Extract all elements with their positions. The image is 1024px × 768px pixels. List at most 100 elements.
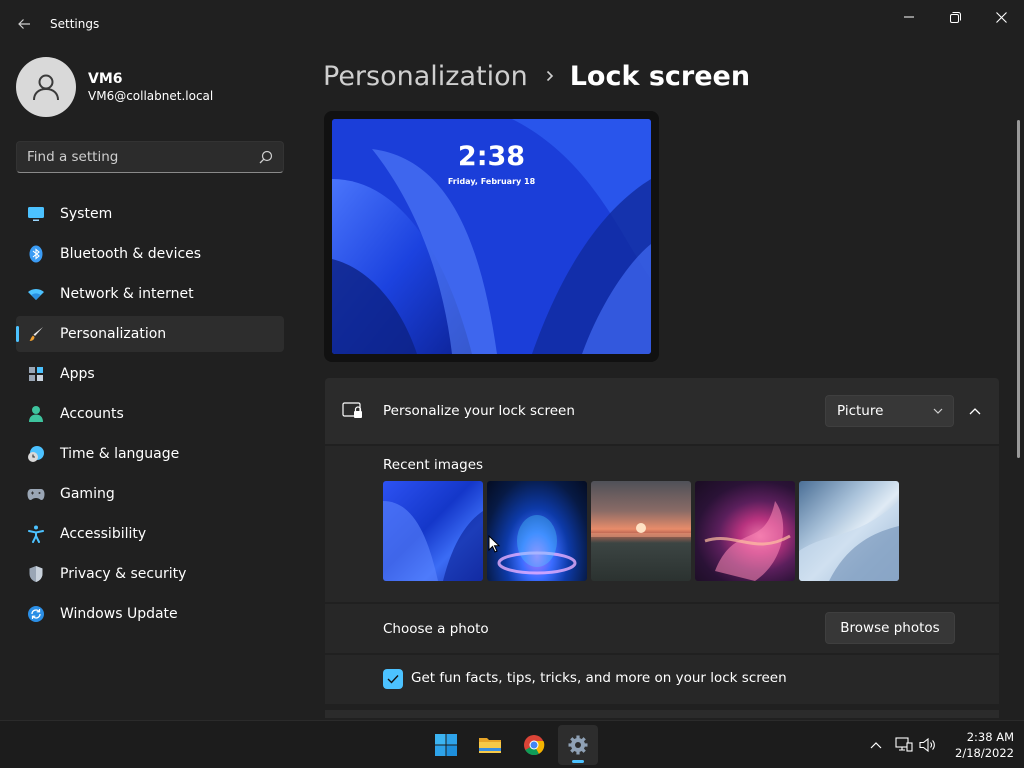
ethernet-icon [895,737,913,752]
sidebar-item-apps[interactable]: Apps [16,356,284,392]
preview-date: Friday, February 18 [447,177,536,186]
user-profile[interactable]: VM6 VM6@collabnet.local [16,57,213,117]
clock-date: 2/18/2022 [955,746,1014,760]
sidebar-item-accounts[interactable]: Accounts [16,396,284,432]
sidebar-item-label: System [60,206,113,222]
accessibility-icon [26,524,46,544]
browse-photos-button[interactable]: Browse photos [825,612,955,644]
lock-screen-type-dropdown[interactable]: Picture [825,395,954,427]
sidebar-item-accessibility[interactable]: Accessibility [16,516,284,552]
checkmark-icon [387,675,399,684]
minimize-icon [904,16,914,18]
chevron-down-icon [933,408,943,414]
recent-images-label: Recent images [383,457,484,473]
page-title: Lock screen [569,60,751,92]
person-icon [33,74,59,101]
app-title: Settings [50,17,100,31]
back-arrow-icon [18,19,30,29]
chevron-up-icon [969,408,981,415]
sidebar-item-label: Accessibility [60,526,147,542]
tips-checkbox[interactable] [383,669,403,689]
chrome-icon [524,735,545,756]
minimize-button[interactable] [886,0,932,34]
clock-time: 2:38 AM [966,730,1014,744]
lock-screen-preview-frame: 2:38 Friday, February 18 [324,111,659,362]
sidebar-item-label: Privacy & security [60,566,187,582]
dropdown-value: Picture [837,403,884,419]
recent-image-thumbnail[interactable] [383,481,483,581]
choose-photo-row: Choose a photo Browse photos [325,604,999,653]
restore-button[interactable] [932,0,978,34]
taskbar-clock[interactable]: 2:38 AM 2/18/2022 [944,729,1014,761]
volume-tray-icon[interactable] [918,735,938,755]
gear-icon [568,735,588,755]
back-button[interactable] [8,8,40,40]
sidebar-item-label: Accounts [60,406,124,422]
gamepad-icon [26,484,46,504]
sidebar-item-network[interactable]: Network & internet [16,276,284,312]
breadcrumb-parent[interactable]: Personalization [323,61,528,92]
network-tray-icon[interactable] [894,735,914,755]
lock-screen-preview: 2:38 Friday, February 18 [332,119,651,354]
sidebar-item-label: Personalization [60,326,167,342]
collapse-button[interactable] [961,395,989,427]
tips-checkbox-label[interactable]: Get fun facts, tips, tricks, and more on… [411,670,787,686]
profile-name: VM6 [88,71,123,87]
title-bar: Settings [0,0,1024,48]
monitor-icon [26,204,46,224]
wifi-icon [26,284,46,304]
windows-logo-icon [435,734,457,756]
sidebar-item-label: Windows Update [60,606,178,622]
profile-email: VM6@collabnet.local [88,89,214,103]
sidebar-item-label: Apps [60,366,95,382]
recent-image-thumbnail[interactable] [591,481,691,581]
search-input[interactable] [17,142,253,172]
speaker-icon [919,737,935,753]
personalize-lock-screen-card[interactable]: Personalize your lock screen Picture [325,378,999,444]
folder-icon [479,738,501,753]
sidebar-item-label: Bluetooth & devices [60,246,202,262]
breadcrumb: Personalization Lock screen [323,58,750,94]
recent-image-thumbnail[interactable] [799,481,899,581]
sidebar-item-privacy[interactable]: Privacy & security [16,556,284,592]
sidebar-item-label: Time & language [60,446,180,462]
start-button[interactable] [426,725,466,765]
close-button[interactable] [978,0,1024,34]
recent-image-thumbnail[interactable] [487,481,587,581]
sidebar-item-time-language[interactable]: Time & language [16,436,284,472]
scrollbar[interactable] [1017,120,1020,458]
search-box[interactable] [16,141,284,173]
choose-photo-label: Choose a photo [383,621,489,637]
update-icon [26,604,46,624]
sidebar-item-system[interactable]: System [16,196,284,232]
chevron-up-icon [870,742,882,749]
sidebar-item-label: Network & internet [60,286,194,302]
sidebar-item-personalization[interactable]: Personalization [16,316,284,352]
tips-row: Get fun facts, tips, tricks, and more on… [325,655,999,704]
file-explorer-button[interactable] [470,725,510,765]
preview-time: 2:38 [457,141,526,172]
avatar [16,57,76,117]
apps-icon [26,364,46,384]
recent-image-thumbnail[interactable] [695,481,795,581]
active-app-indicator [572,760,584,763]
sidebar-item-bluetooth[interactable]: Bluetooth & devices [16,236,284,272]
settings-taskbar-button[interactable] [558,725,598,765]
brush-icon [26,324,46,344]
sidebar-item-windows-update[interactable]: Windows Update [16,596,284,632]
person-icon [26,404,46,424]
sidebar-nav: System Bluetooth & devices Network & int… [16,196,284,636]
sidebar-item-label: Gaming [60,486,115,502]
restore-icon [949,11,961,23]
bluetooth-icon [26,244,46,264]
taskbar: 2:38 AM 2/18/2022 [0,720,1024,768]
show-hidden-icons-button[interactable] [866,735,886,755]
shield-icon [26,564,46,584]
lock-screen-icon [342,402,362,418]
close-icon [995,11,1007,23]
sidebar-item-gaming[interactable]: Gaming [16,476,284,512]
recent-images-section: Recent images [325,446,999,602]
chrome-button[interactable] [514,725,554,765]
search-icon[interactable] [259,150,273,164]
next-setting-card [325,710,999,718]
